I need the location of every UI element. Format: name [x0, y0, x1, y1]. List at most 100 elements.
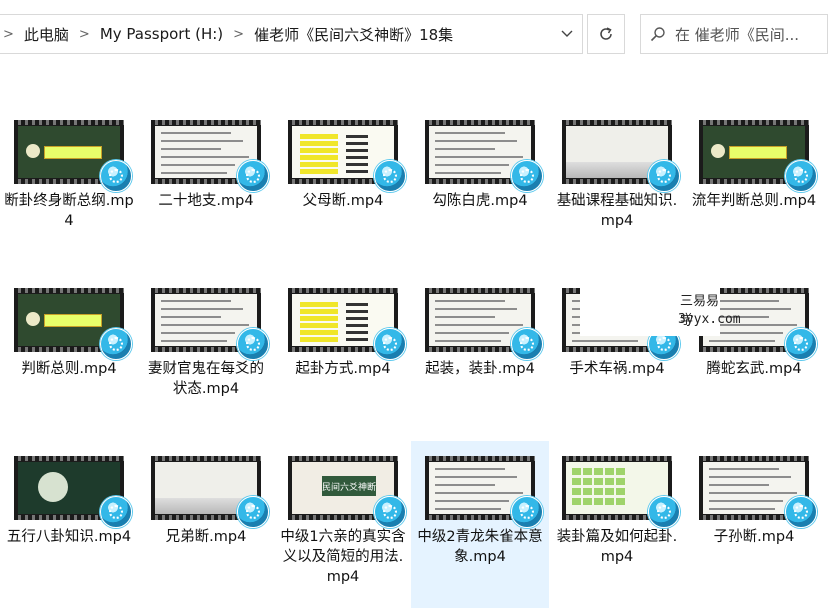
film-strip [14, 120, 124, 125]
file-item[interactable]: 装卦篇及如何起卦.mp4 [548, 456, 686, 567]
film-strip [151, 288, 261, 293]
refresh-icon [600, 27, 612, 40]
video-thumbnail [425, 288, 543, 360]
film-strip [562, 120, 672, 125]
file-name: 父母断.mp4 [302, 193, 384, 209]
address-bar[interactable]: > 此电脑 > My Passport (H:) > 催老师《民间六爻神断》18… [0, 14, 583, 54]
file-name: 判断总则.mp4 [21, 361, 117, 377]
file-item[interactable]: 妻财官鬼在每爻的状态.mp4 [137, 288, 275, 399]
file-item[interactable]: 流年判断总则.mp4 [685, 120, 823, 211]
file-item[interactable]: 判断总则.mp4 [0, 288, 138, 379]
file-name: 基础课程基础知识.mp4 [556, 193, 678, 229]
file-name: 子孙断.mp4 [713, 529, 795, 545]
video-thumbnail [562, 120, 680, 192]
video-player-icon [511, 328, 543, 360]
video-player-icon [648, 496, 680, 528]
file-name: 兄弟断.mp4 [165, 529, 247, 545]
file-name: 二十地支.mp4 [158, 193, 254, 209]
refresh-button[interactable] [587, 14, 625, 54]
video-thumbnail: 民间六爻神断 [288, 456, 406, 528]
video-thumbnail [562, 456, 680, 528]
video-thumbnail [151, 288, 269, 360]
video-player-icon [785, 160, 817, 192]
file-item[interactable]: 兄弟断.mp4 [137, 456, 275, 547]
breadcrumb-root-chevron-icon[interactable]: > [0, 27, 18, 42]
file-item[interactable]: 五行八卦知识.mp4 [0, 456, 138, 547]
video-player-icon [511, 496, 543, 528]
video-thumbnail [14, 120, 132, 192]
video-player-icon [100, 160, 132, 192]
video-player-icon [374, 160, 406, 192]
file-item[interactable]: 起装，装卦.mp4 [411, 288, 549, 379]
address-row: > 此电脑 > My Passport (H:) > 催老师《民间六爻神断》18… [0, 0, 840, 70]
film-strip [425, 120, 535, 125]
file-name: 起装，装卦.mp4 [425, 361, 535, 377]
video-thumbnail [14, 456, 132, 528]
file-item[interactable]: 中级2青龙朱雀本意象.mp4 [411, 441, 549, 608]
file-name: 装卦篇及如何起卦.mp4 [556, 529, 678, 565]
film-strip [699, 120, 809, 125]
file-item[interactable]: 断卦终身断总纲.mp4 [0, 120, 138, 231]
film-strip [151, 120, 261, 125]
search-placeholder: 在 催老师《民间... [675, 25, 800, 44]
chevron-down-icon [561, 30, 573, 37]
video-thumbnail [699, 120, 817, 192]
film-strip [14, 456, 124, 461]
breadcrumb-drive[interactable]: My Passport (H:) [94, 25, 229, 43]
file-name: 中级1六亲的真实含义以及简短的用法.mp4 [280, 529, 406, 585]
search-input[interactable]: 在 催老师《民间... [640, 14, 828, 54]
search-icon [641, 26, 675, 42]
video-player-icon [374, 496, 406, 528]
film-strip [425, 456, 535, 461]
file-item[interactable]: 勾陈白虎.mp4 [411, 120, 549, 211]
video-thumbnail [151, 456, 269, 528]
file-name: 断卦终身断总纲.mp4 [4, 193, 134, 229]
video-thumbnail [288, 288, 406, 360]
video-player-icon [100, 496, 132, 528]
film-strip [14, 288, 124, 293]
history-dropdown-button[interactable] [552, 15, 582, 53]
file-item[interactable]: 民间六爻神断中级1六亲的真实含义以及简短的用法.mp4 [274, 456, 412, 587]
video-thumbnail [151, 120, 269, 192]
watermark: 三易易学 3yyx.com [580, 284, 741, 336]
film-strip [425, 288, 535, 293]
file-name: 勾陈白虎.mp4 [432, 193, 528, 209]
video-player-icon [374, 328, 406, 360]
chevron-right-icon[interactable]: > [229, 27, 248, 42]
film-strip [288, 120, 398, 125]
video-player-icon [237, 328, 269, 360]
video-player-icon [785, 496, 817, 528]
video-thumbnail [14, 288, 132, 360]
file-item[interactable]: 二十地支.mp4 [137, 120, 275, 211]
film-strip [288, 456, 398, 461]
file-item[interactable]: 起卦方式.mp4 [274, 288, 412, 379]
chevron-right-icon[interactable]: > [75, 27, 94, 42]
file-name: 流年判断总则.mp4 [691, 193, 817, 209]
breadcrumb-folder[interactable]: 催老师《民间六爻神断》18集 [248, 24, 459, 45]
file-item[interactable]: 子孙断.mp4 [685, 456, 823, 547]
film-strip [699, 456, 809, 461]
file-item[interactable]: 父母断.mp4 [274, 120, 412, 211]
video-player-icon [648, 160, 680, 192]
video-player-icon [237, 160, 269, 192]
video-thumbnail [288, 120, 406, 192]
video-thumbnail [699, 456, 817, 528]
thumb-title: 民间六爻神断 [322, 476, 376, 496]
video-thumbnail [425, 456, 543, 528]
video-thumbnail [425, 120, 543, 192]
file-name: 腾蛇玄武.mp4 [706, 361, 802, 377]
file-item[interactable]: 基础课程基础知识.mp4 [548, 120, 686, 231]
file-name: 妻财官鬼在每爻的状态.mp4 [148, 361, 264, 397]
film-strip [288, 288, 398, 293]
file-name: 五行八卦知识.mp4 [6, 529, 132, 545]
video-player-icon [237, 496, 269, 528]
film-strip [151, 456, 261, 461]
watermark-url: 3yyx.com [678, 312, 741, 327]
file-name: 中级2青龙朱雀本意象.mp4 [417, 529, 543, 565]
film-strip [562, 456, 672, 461]
video-player-icon [100, 328, 132, 360]
breadcrumb-this-pc[interactable]: 此电脑 [18, 24, 75, 45]
file-name: 手术车祸.mp4 [569, 361, 665, 377]
file-name: 起卦方式.mp4 [295, 361, 391, 377]
video-player-icon [785, 328, 817, 360]
